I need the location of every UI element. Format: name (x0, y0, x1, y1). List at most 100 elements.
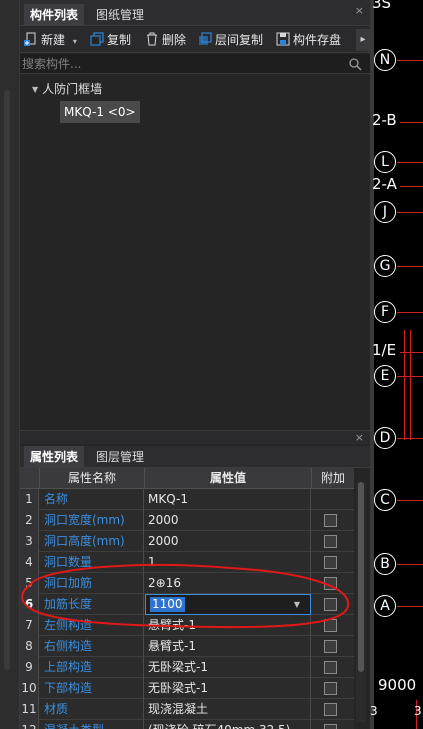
extra-cell (312, 594, 354, 615)
table-row[interactable]: 11 材质 现浇混凝土 (20, 699, 354, 720)
table-row[interactable]: 7 左侧构造 悬臂式-1 (20, 615, 354, 636)
table-row[interactable]: 9 上部构造 无卧梁式-1 (20, 657, 354, 678)
property-value[interactable]: 无卧梁式-1 (145, 678, 311, 699)
extra-checkbox[interactable] (324, 598, 337, 611)
panel-splitter[interactable]: × (20, 430, 370, 444)
extra-cell (312, 552, 354, 573)
axis-bubble: A (374, 595, 396, 617)
property-name: 洞口数量 (40, 552, 144, 573)
property-value[interactable]: 悬臂式-1 (145, 636, 311, 657)
axis-bubble: J (374, 201, 396, 223)
extra-cell (312, 531, 354, 552)
new-icon (24, 32, 36, 46)
left-scroll-rail[interactable] (4, 90, 10, 670)
search-icon[interactable] (348, 57, 362, 71)
extra-checkbox[interactable] (324, 535, 337, 548)
table-row[interactable]: 3 洞口高度(mm) 2000 (20, 531, 354, 552)
axis-grid-line (397, 162, 423, 163)
axis-bubble: C (374, 489, 396, 511)
delete-button[interactable]: 删除 (145, 30, 186, 50)
search-input[interactable] (22, 55, 342, 73)
extra-checkbox[interactable] (324, 724, 337, 729)
length-edit-field[interactable]: 1100 ▼ (145, 594, 311, 615)
property-value[interactable]: (现浇砼 碎石40mm 32.5) (145, 720, 311, 729)
copy-icon (90, 32, 104, 46)
property-value[interactable]: 2⊕16 (145, 573, 311, 594)
row-number: 8 (20, 636, 39, 657)
chevron-down-icon[interactable]: ▾ (73, 37, 77, 46)
close-icon[interactable]: × (355, 4, 364, 17)
axis-grid-line (397, 564, 423, 565)
tab-layer-manage[interactable]: 图层管理 (90, 446, 150, 468)
table-row[interactable]: 6 加筋长度 1100 ▼ (20, 594, 354, 615)
save-icon (276, 32, 290, 46)
axis-bubble: G (374, 255, 396, 277)
tab-component-list[interactable]: 构件列表 (24, 4, 85, 26)
axis-grid-line (397, 606, 423, 607)
chevron-down-icon[interactable]: ▼ (294, 595, 300, 614)
axis-grid-line (397, 60, 423, 61)
floor-copy-button[interactable]: 层间复制 (198, 30, 263, 50)
canvas-splitter[interactable] (370, 0, 374, 729)
scrollbar-thumb[interactable] (358, 482, 364, 672)
property-value[interactable]: 悬臂式-1 (145, 615, 311, 636)
tree-item-mkq-1[interactable]: MKQ-1 <0> (60, 101, 140, 123)
extra-checkbox[interactable] (324, 619, 337, 632)
floor-copy-icon (199, 32, 212, 45)
row-number: 1 (20, 489, 39, 510)
tab-drawing-manage[interactable]: 图纸管理 (90, 4, 150, 26)
table-row[interactable]: 10 下部构造 无卧梁式-1 (20, 678, 354, 699)
row-number: 9 (20, 657, 39, 678)
tab-property-list[interactable]: 属性列表 (24, 446, 85, 468)
axis-label: 1/E (372, 341, 397, 359)
table-row[interactable]: 8 右侧构造 悬臂式-1 (20, 636, 354, 657)
extra-checkbox[interactable] (324, 661, 337, 674)
left-dock-strip (0, 0, 20, 729)
property-name: 洞口宽度(mm) (40, 510, 144, 531)
property-value[interactable]: 1 (145, 552, 311, 573)
edit-selected-value[interactable]: 1100 (150, 597, 185, 612)
property-value[interactable]: 现浇混凝土 (145, 699, 311, 720)
extra-checkbox[interactable] (324, 514, 337, 527)
table-row[interactable]: 1 名称 MKQ-1 (20, 489, 354, 510)
property-value[interactable]: 2000 (145, 531, 311, 552)
cad-canvas[interactable]: 3S N 2-B L 2-A J G F 1/E E D C B A 9000 3 3 (370, 0, 423, 729)
property-name: 材质 (40, 699, 144, 720)
table-row[interactable]: 4 洞口数量 1 (20, 552, 354, 573)
props-tabbar: 属性列表 图层管理 (20, 446, 370, 468)
new-button[interactable]: 新建 ▾ (24, 30, 77, 50)
extra-cell (312, 657, 354, 678)
row-number: 10 (20, 678, 39, 699)
axis-grid-line (397, 266, 423, 267)
table-row[interactable]: 12混凝土类型(现浇砼 碎石40mm 32.5) (20, 720, 354, 729)
axis-grid-line (400, 186, 423, 187)
header-property-name: 属性名称 (40, 468, 145, 489)
cad-bottom-label-2: 3 (414, 704, 422, 718)
tree-group-civil-defense-door-wall[interactable]: ▼ 人防门框墙 (32, 80, 102, 98)
property-grid-header: 属性名称 属性值 附加 (20, 468, 354, 489)
table-row[interactable]: 2 洞口宽度(mm) 2000 (20, 510, 354, 531)
axis-grid-line (400, 122, 423, 123)
extra-cell (312, 678, 354, 699)
caret-down-icon[interactable]: ▼ (32, 81, 38, 99)
property-name: 右侧构造 (40, 636, 144, 657)
save-component-button[interactable]: 构件存盘 (276, 30, 341, 50)
table-row[interactable]: 5 洞口加筋 2⊕16 (20, 573, 354, 594)
header-num-cell (20, 468, 40, 489)
close-icon[interactable]: × (355, 431, 364, 444)
property-scrollbar[interactable] (356, 482, 366, 722)
extra-checkbox[interactable] (324, 577, 337, 590)
extra-checkbox[interactable] (324, 682, 337, 695)
toolbar-overflow-icon[interactable]: ▸ (356, 29, 370, 51)
row-number: 3 (20, 531, 39, 552)
property-value[interactable]: MKQ-1 (145, 489, 311, 510)
property-value[interactable]: 无卧梁式-1 (145, 657, 311, 678)
property-value[interactable]: 2000 (145, 510, 311, 531)
property-name: 左侧构造 (40, 615, 144, 636)
extra-checkbox[interactable] (324, 640, 337, 653)
extra-checkbox[interactable] (324, 703, 337, 716)
extra-cell (312, 510, 354, 531)
row-number: 7 (20, 615, 39, 636)
copy-button[interactable]: 复制 (90, 30, 131, 50)
extra-checkbox[interactable] (324, 556, 337, 569)
